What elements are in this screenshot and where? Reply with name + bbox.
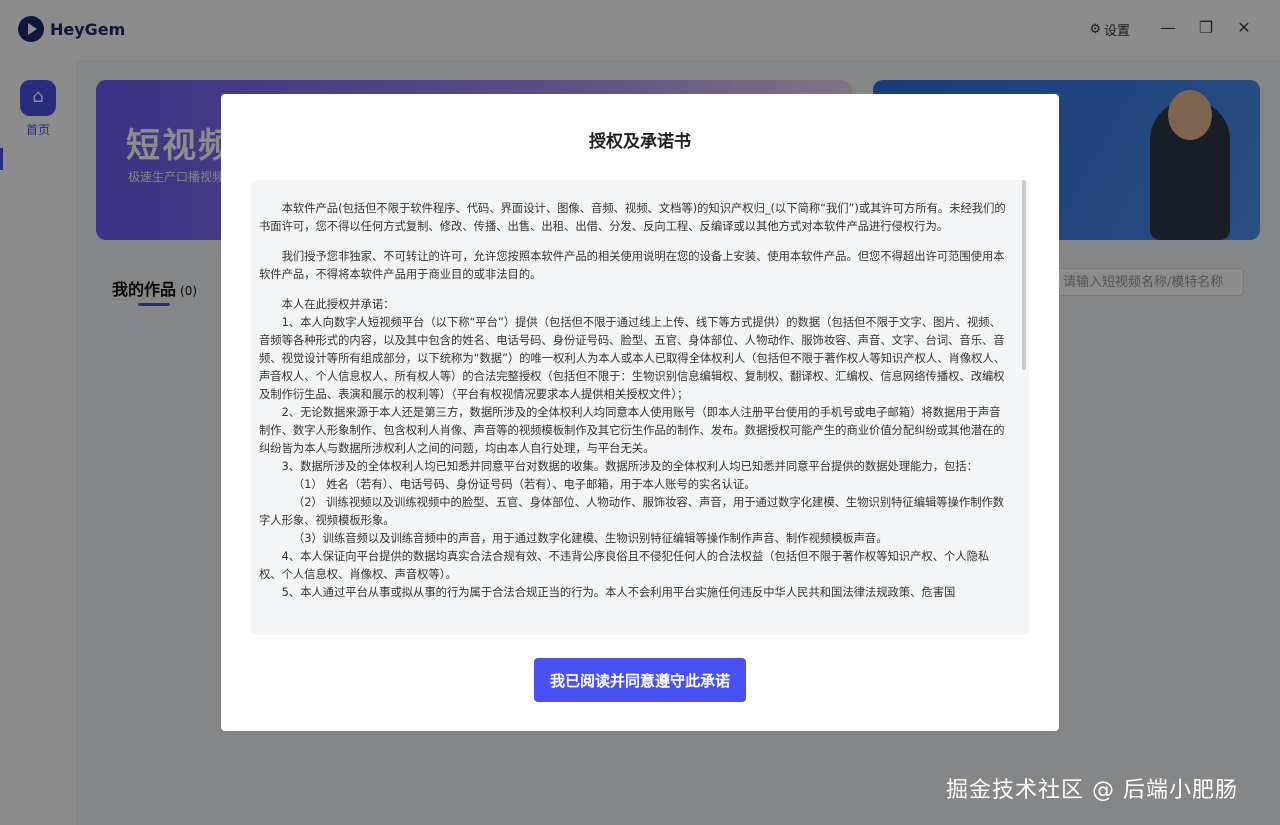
commitment-line: （1） 姓名（若有）、电话号码、身份证号码（若有）、电子邮箱，用于本人账号的实名… <box>292 478 756 491</box>
agreement-text-area[interactable]: 本软件产品(包括但不限于软件程序、代码、界面设计、图像、音频、视频、文档等)的知… <box>251 180 1029 635</box>
authorization-modal: 授权及承诺书 本软件产品(包括但不限于软件程序、代码、界面设计、图像、音频、视频… <box>221 94 1059 731</box>
agreement-scrollbar[interactable] <box>1022 180 1026 370</box>
agree-button[interactable]: 我已阅读并同意遵守此承诺 <box>534 658 746 702</box>
commitment-line: （3）训练音频以及训练音频中的声音，用于通过数字化建模、生物识别特征编辑等操作制… <box>292 532 888 545</box>
commitment-line: 4、本人保证向平台提供的数据均真实合法合规有效、不违背公序良俗且不侵犯任何人的合… <box>259 550 990 581</box>
commitment-line: 2、无论数据来源于本人还是第三方，数据所涉及的全体权利人均同意本人使用账号（即本… <box>259 406 1005 455</box>
commitment-line: 3、数据所涉及的全体权利人均已知悉并同意平台对数据的收集。数据所涉及的全体权利人… <box>281 460 978 473</box>
agreement-content: 本软件产品(包括但不限于软件程序、代码、界面设计、图像、音频、视频、文档等)的知… <box>259 200 1011 602</box>
commitment-line: 5、本人通过平台从事或拟从事的行为属于合法合规正当的行为。本人不会利用平台实施任… <box>281 586 956 599</box>
commitment-line: 本人在此授权并承诺： <box>281 298 395 311</box>
commitment-line: 1、本人向数字人短视频平台（以下称“平台”）提供（包括但不限于通过线上上传、线下… <box>259 316 1006 401</box>
agreement-paragraph: 本软件产品(包括但不限于软件程序、代码、界面设计、图像、音频、视频、文档等)的知… <box>259 202 1006 233</box>
watermark-text: 掘金技术社区 @ 后端小肥肠 <box>946 778 1238 803</box>
commitment-line: （2） 训练视频以及训练视频中的脸型、五官、身体部位、人物动作、服饰妆容、声音，… <box>259 496 1005 527</box>
modal-title: 授权及承诺书 <box>589 132 691 152</box>
agreement-paragraph: 我们授予您非独家、不可转让的许可，允许您按照本软件产品的相关使用说明在您的设备上… <box>259 250 1005 281</box>
commitment-section: 本人在此授权并承诺： 1、本人向数字人短视频平台（以下称“平台”）提供（包括但不… <box>259 296 1011 602</box>
